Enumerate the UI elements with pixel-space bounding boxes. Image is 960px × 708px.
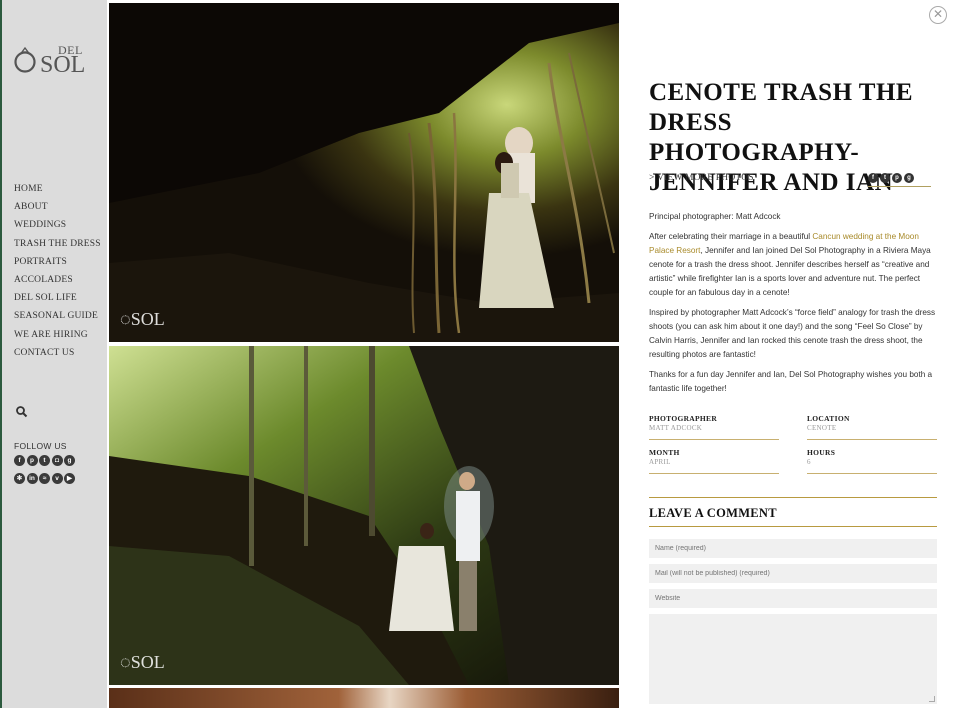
leave-comment-heading: LEAVE A COMMENT xyxy=(649,506,777,520)
pinterest-icon[interactable]: p xyxy=(26,455,38,466)
share-icons: ftpg xyxy=(868,173,931,187)
nav-item-we-are-hiring[interactable]: WE ARE HIRING xyxy=(14,328,101,346)
twitter-icon[interactable]: t xyxy=(880,173,890,183)
post-panel: ✕ CENOTE TRASH THE DRESS PHOTOGRAPHY- JE… xyxy=(619,0,960,708)
post-paragraph-3: Thanks for a fun day Jennifer and Ian, D… xyxy=(649,370,933,393)
photo-image xyxy=(109,688,619,708)
post-paragraph-1: After celebrating their marriage in a be… xyxy=(649,232,931,297)
ring-logo-icon xyxy=(14,46,36,73)
meta-hours: HOURS 6 xyxy=(807,448,937,474)
vimeo-icon[interactable]: v xyxy=(51,473,63,484)
nav-item-accolades[interactable]: ACCOLADES xyxy=(14,273,101,291)
meta-label: HOURS xyxy=(807,448,836,457)
instagram-icon[interactable]: ◘ xyxy=(51,455,63,466)
social-links: f p t ◘ g ✻ in ≈ v ▶ xyxy=(14,455,89,491)
nav-item-del-sol-life[interactable]: DEL SOL LIFE xyxy=(14,291,101,309)
nav-item-home[interactable]: HOME xyxy=(14,182,101,200)
flickr-icon[interactable]: ✻ xyxy=(14,473,25,484)
twitter-icon[interactable]: t xyxy=(39,455,50,466)
follow-us-label: FOLLOW US xyxy=(14,441,67,451)
meta-value: CENOTE xyxy=(807,424,837,432)
photo-gallery: ◌SOL ◌SOL xyxy=(109,0,619,708)
meta-value: 6 xyxy=(807,458,811,466)
pinterest-icon[interactable]: p xyxy=(892,173,902,183)
rss-icon[interactable]: ≈ xyxy=(39,473,50,484)
divider xyxy=(649,497,937,498)
website-field[interactable] xyxy=(649,589,937,608)
youtube-icon[interactable]: ▶ xyxy=(64,473,75,484)
principal-photographer-text: Principal photographer: Matt Adcock xyxy=(649,212,781,221)
google-plus-icon[interactable]: g xyxy=(64,455,75,466)
nav-item-seasonal-guide[interactable]: SEASONAL GUIDE xyxy=(14,309,101,327)
resize-handle-icon[interactable] xyxy=(929,696,935,702)
search-icon[interactable] xyxy=(15,405,29,419)
photo-watermark: ◌SOL xyxy=(120,309,165,329)
gallery-photo-couple-cave-roots[interactable]: ◌SOL xyxy=(109,3,619,342)
comment-textarea[interactable] xyxy=(649,614,937,704)
del-sol-logo[interactable]: DEL SOL xyxy=(14,42,94,78)
nav-item-contact-us[interactable]: CONTACT US xyxy=(14,346,101,364)
nav-item-weddings[interactable]: WEDDINGS xyxy=(14,218,101,236)
divider xyxy=(649,526,937,527)
meta-month: MONTH APRIL xyxy=(649,448,779,474)
meta-value: APRIL xyxy=(649,458,671,466)
view-more-photos-link[interactable]: > VIEW MORE PHOTOS xyxy=(649,173,754,183)
google-plus-icon[interactable]: g xyxy=(904,173,914,183)
name-field[interactable] xyxy=(649,539,937,558)
nav-item-trash-the-dress[interactable]: TRASH THE DRESS xyxy=(14,237,101,255)
meta-label: LOCATION xyxy=(807,414,850,423)
sidebar: DEL SOL HOME ABOUT WEDDINGS TRASH THE DR… xyxy=(0,0,107,708)
gallery-photo-couple-forest-cenote[interactable]: ◌SOL xyxy=(109,346,619,685)
main-nav: HOME ABOUT WEDDINGS TRASH THE DRESS PORT… xyxy=(14,182,101,364)
facebook-icon[interactable]: f xyxy=(14,455,25,466)
photo-image xyxy=(109,346,619,685)
nav-item-about[interactable]: ABOUT xyxy=(14,200,101,218)
photo-watermark: ◌SOL xyxy=(120,652,165,672)
post-body: Principal photographer: Matt Adcock Afte… xyxy=(649,210,939,402)
meta-photographer: PHOTOGRAPHER MATT ADCOCK xyxy=(649,414,779,440)
post-paragraph-2: Inspired by photographer Matt Adcock’s “… xyxy=(649,308,936,359)
email-field[interactable] xyxy=(649,564,937,583)
linkedin-icon[interactable]: in xyxy=(26,473,38,484)
logo-sol-text: SOL xyxy=(40,52,86,78)
meta-label: PHOTOGRAPHER xyxy=(649,414,718,423)
facebook-icon[interactable]: f xyxy=(868,173,878,183)
close-button[interactable]: ✕ xyxy=(929,6,947,24)
photo-image xyxy=(109,3,619,342)
meta-location: LOCATION CENOTE xyxy=(807,414,937,440)
nav-item-portraits[interactable]: PORTRAITS xyxy=(14,255,101,273)
close-icon: ✕ xyxy=(932,7,944,21)
meta-value: MATT ADCOCK xyxy=(649,424,703,432)
meta-label: MONTH xyxy=(649,448,680,457)
gallery-photo-partial[interactable] xyxy=(109,688,619,708)
